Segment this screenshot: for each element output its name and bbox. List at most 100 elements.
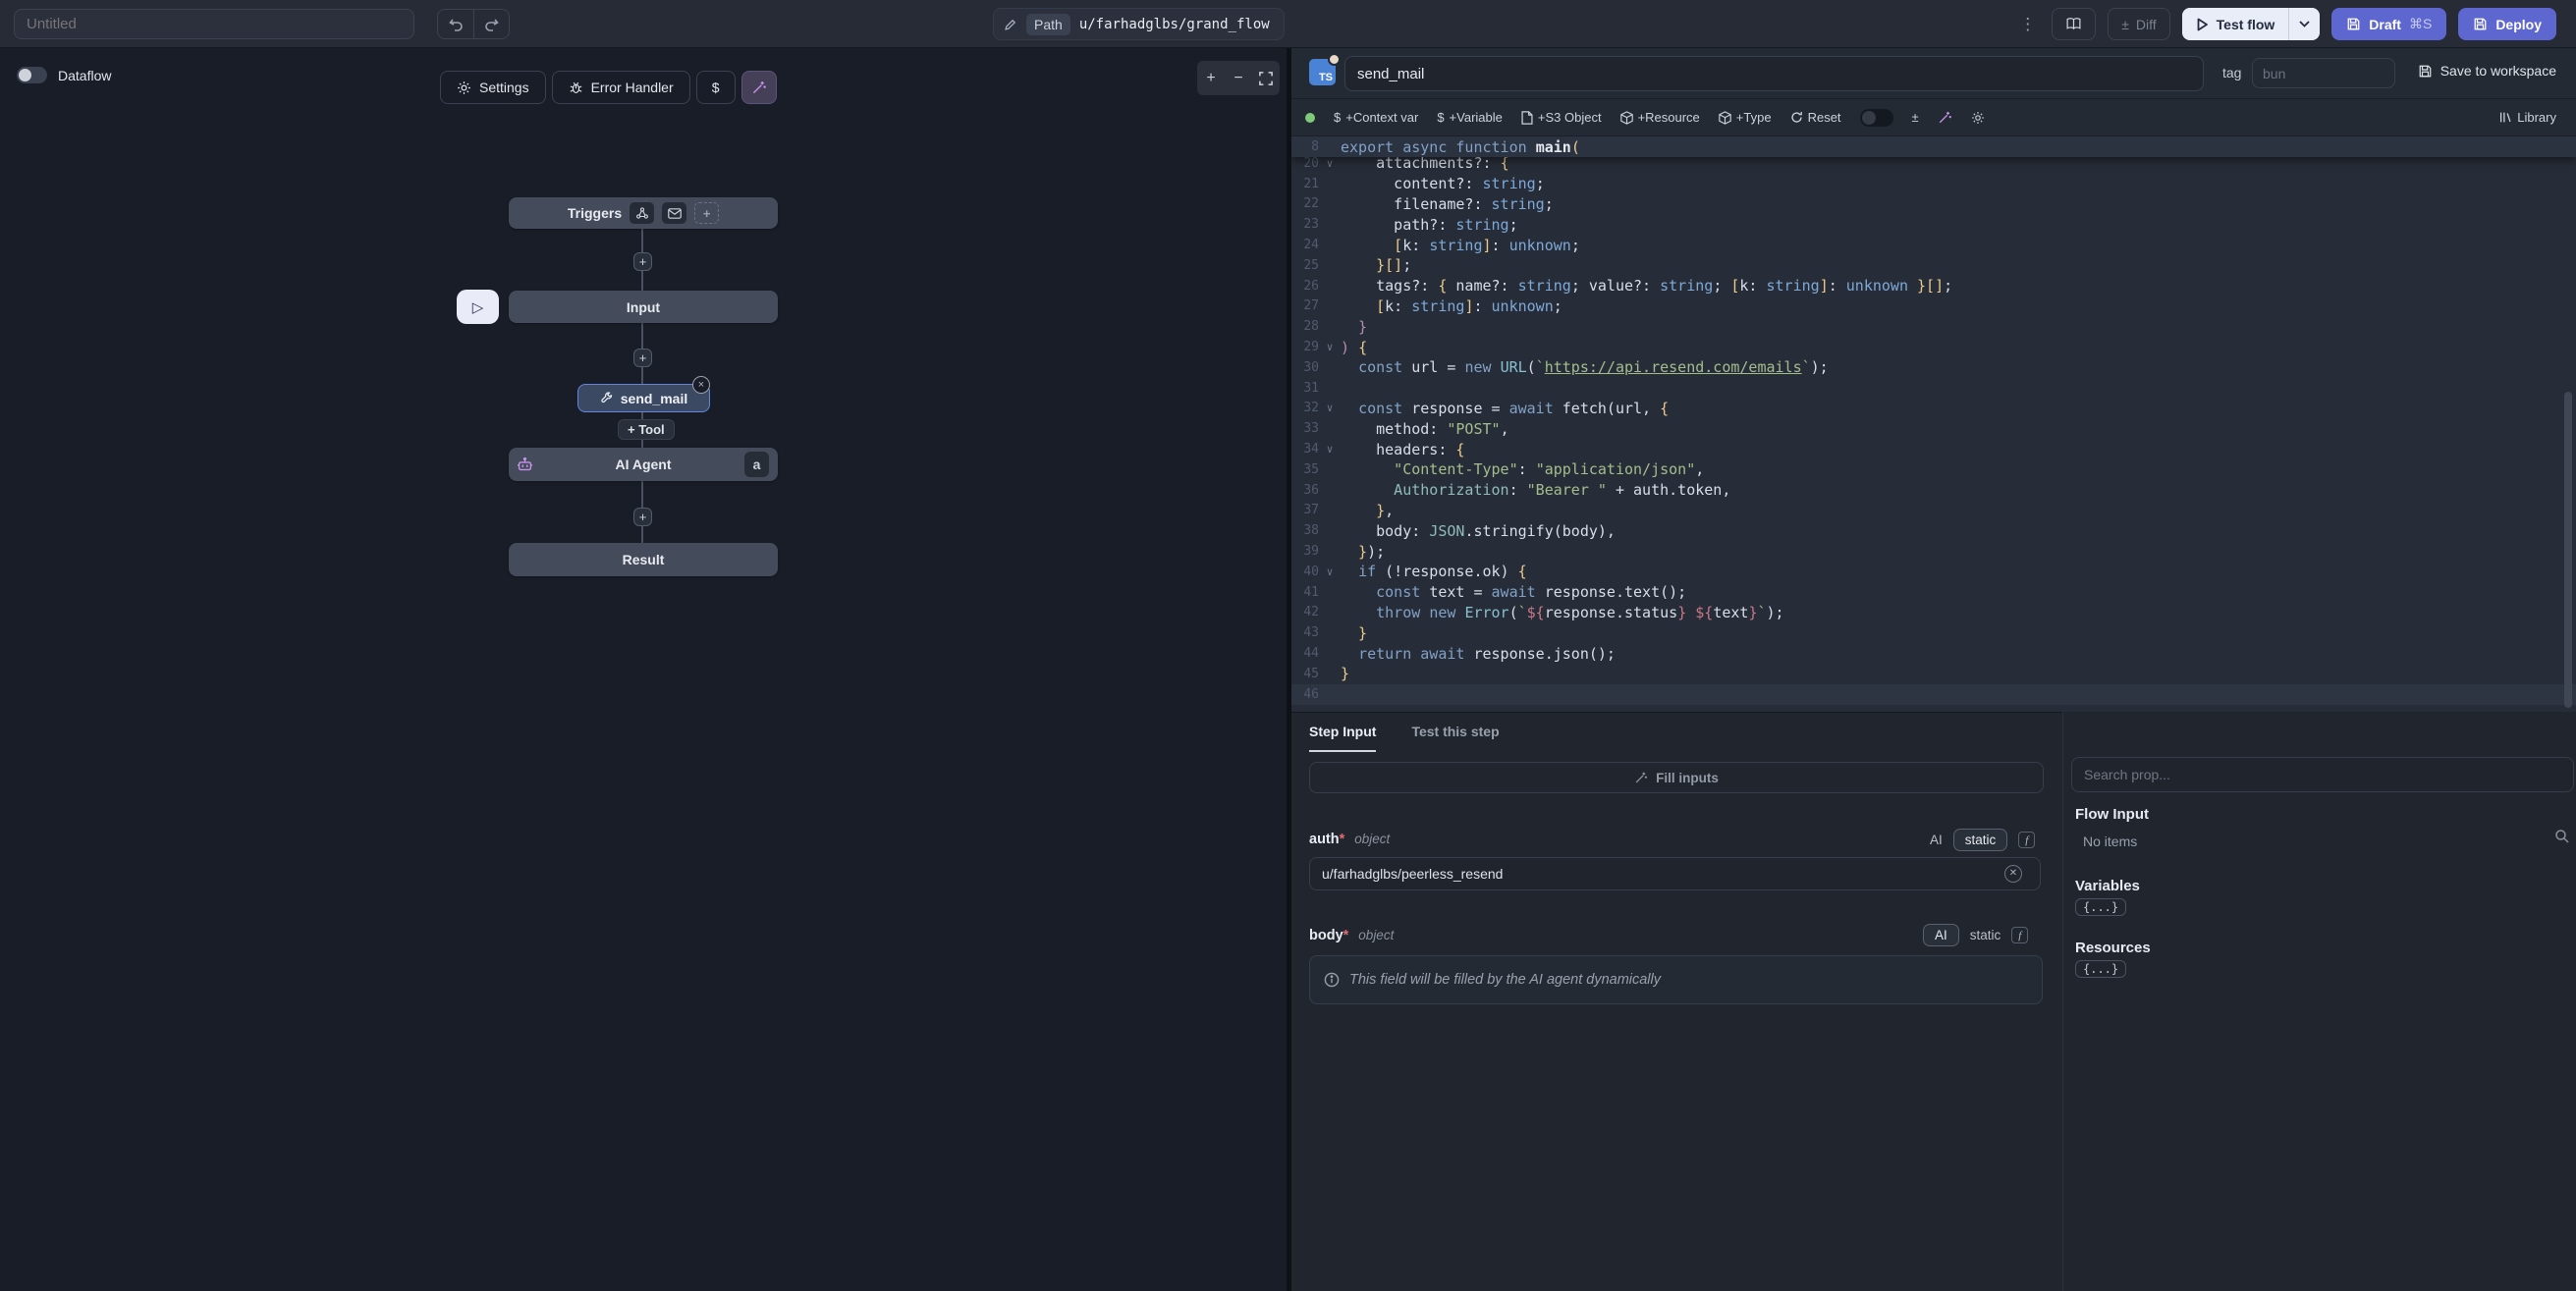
- body-ai-mode-button[interactable]: AI: [1923, 924, 1959, 946]
- expression-toggle-icon[interactable]: f: [2018, 832, 2035, 848]
- editor-scrollbar[interactable]: [2564, 392, 2572, 708]
- code-line-37[interactable]: 37 },: [1291, 501, 2576, 521]
- code-line-36[interactable]: 36 Authorization: "Bearer " + auth.token…: [1291, 480, 2576, 501]
- code-line-46[interactable]: 46: [1291, 684, 2576, 705]
- run-from-input-button[interactable]: ▷: [457, 290, 499, 324]
- add-trigger-button[interactable]: +: [694, 202, 719, 224]
- webhook-icon[interactable]: [630, 202, 654, 224]
- ai-wand-button[interactable]: [1938, 110, 1952, 125]
- search-prop-input[interactable]: [2071, 757, 2574, 792]
- editor-settings-button[interactable]: [1971, 111, 1985, 125]
- draft-button[interactable]: Draft⌘S: [2331, 8, 2446, 40]
- zoom-out-button[interactable]: −: [1225, 61, 1252, 95]
- code-line-26[interactable]: 26 tags?: { name?: string; value?: strin…: [1291, 276, 2576, 296]
- code-line-45[interactable]: 45}: [1291, 664, 2576, 684]
- tab-step-input[interactable]: Step Input: [1309, 713, 1376, 752]
- mail-trigger-icon[interactable]: [662, 202, 686, 224]
- fill-inputs-button[interactable]: Fill inputs: [1309, 762, 2044, 793]
- auth-value-input[interactable]: [1309, 857, 2041, 890]
- flow-name-input[interactable]: [14, 9, 414, 39]
- code-line-30[interactable]: 30 const url = new URL(`https://api.rese…: [1291, 357, 2576, 378]
- insert-step-button[interactable]: +: [633, 508, 652, 526]
- fold-icon[interactable]: ∨: [1319, 341, 1341, 353]
- undo-button[interactable]: [438, 10, 473, 38]
- reset-button[interactable]: Reset: [1790, 110, 1841, 125]
- add-resource-button[interactable]: +Resource: [1620, 110, 1700, 125]
- path-chip[interactable]: Path u/farhadglbs/grand_flow: [993, 8, 1285, 40]
- editor-toggle[interactable]: [1860, 109, 1893, 127]
- ai-agent-node[interactable]: AI Agent a: [509, 448, 778, 481]
- code-line-38[interactable]: 38 body: JSON.stringify(body),: [1291, 520, 2576, 541]
- code-line-34[interactable]: 34∨ headers: {: [1291, 439, 2576, 459]
- save-to-workspace-button[interactable]: Save to workspace: [2418, 63, 2556, 79]
- resources-object-badge[interactable]: {...}: [2075, 960, 2126, 978]
- zoom-in-button[interactable]: +: [1197, 61, 1225, 95]
- close-icon[interactable]: ×: [692, 376, 710, 394]
- add-variable-button[interactable]: $+Variable: [1437, 110, 1503, 125]
- flow-canvas[interactable]: Dataflow Settings Error Handler $ + − Tr…: [0, 48, 1287, 1291]
- sticky-code-line[interactable]: 8export async function main(: [1291, 136, 2576, 157]
- code-line-27[interactable]: 27 [k: string]: unknown;: [1291, 296, 2576, 317]
- code-line-39[interactable]: 39 });: [1291, 541, 2576, 562]
- docs-button[interactable]: [2052, 8, 2096, 40]
- redo-button[interactable]: [473, 10, 509, 38]
- code-line-28[interactable]: 28 }: [1291, 316, 2576, 337]
- code-line-21[interactable]: 21 content?: string;: [1291, 174, 2576, 194]
- fold-icon[interactable]: ∨: [1319, 443, 1341, 456]
- code-line-29[interactable]: 29∨) {: [1291, 337, 2576, 357]
- code-line-44[interactable]: 44 return await response.json();: [1291, 643, 2576, 664]
- ai-wand-button[interactable]: [741, 71, 777, 104]
- auth-static-mode-button[interactable]: static: [1953, 829, 2008, 851]
- diff-button[interactable]: ±Diff: [2108, 8, 2169, 40]
- auth-ai-mode-button[interactable]: AI: [1930, 833, 1943, 847]
- step-name-input[interactable]: [1344, 56, 2204, 91]
- code-text: const response = await fetch(url, {: [1341, 400, 1669, 417]
- code-token: ,: [1385, 502, 1394, 519]
- code-line-24[interactable]: 24 [k: string]: unknown;: [1291, 235, 2576, 255]
- library-button[interactable]: Library: [2499, 110, 2556, 125]
- input-node[interactable]: Input: [509, 291, 778, 323]
- more-menu-icon[interactable]: ⋮: [2015, 15, 2040, 34]
- variables-object-badge[interactable]: {...}: [2075, 898, 2126, 916]
- diff-mode-button[interactable]: ±: [1912, 110, 1919, 125]
- send-mail-node[interactable]: send_mail: [577, 384, 710, 412]
- add-s3-object-button[interactable]: +S3 Object: [1521, 110, 1602, 125]
- code-line-32[interactable]: 32∨ const response = await fetch(url, {: [1291, 399, 2576, 419]
- code-line-40[interactable]: 40∨ if (!response.ok) {: [1291, 562, 2576, 582]
- add-context-var-button[interactable]: $+Context var: [1334, 110, 1418, 125]
- triggers-node[interactable]: Triggers +: [509, 197, 778, 229]
- error-handler-button[interactable]: Error Handler: [552, 71, 690, 104]
- insert-step-button[interactable]: +: [633, 349, 652, 367]
- code-line-33[interactable]: 33 method: "POST",: [1291, 418, 2576, 439]
- code-line-22[interactable]: 22 filename?: string;: [1291, 194, 2576, 215]
- dollar-button[interactable]: $: [696, 71, 736, 104]
- dataflow-toggle[interactable]: [17, 67, 47, 83]
- result-node[interactable]: Result: [509, 543, 778, 576]
- insert-step-button[interactable]: +: [633, 252, 652, 271]
- code-line-31[interactable]: 31: [1291, 378, 2576, 399]
- code-line-25[interactable]: 25 }[];: [1291, 255, 2576, 276]
- code-line-41[interactable]: 41 const text = await response.text();: [1291, 582, 2576, 603]
- test-flow-button[interactable]: Test flow: [2182, 8, 2289, 40]
- code-editor[interactable]: 20∨ attachments?: {21 content?: string;2…: [1291, 136, 2576, 712]
- add-tool-button[interactable]: + Tool: [618, 419, 675, 440]
- code-line-42[interactable]: 42 throw new Error(`${response.status} $…: [1291, 603, 2576, 623]
- fit-view-button[interactable]: [1252, 61, 1280, 95]
- fold-icon[interactable]: ∨: [1319, 402, 1341, 414]
- add-type-button[interactable]: +Type: [1719, 110, 1772, 125]
- code-line-23[interactable]: 23 path?: string;: [1291, 214, 2576, 235]
- fold-icon[interactable]: ∨: [1319, 565, 1341, 578]
- expression-toggle-icon[interactable]: f: [2011, 927, 2028, 943]
- clear-auth-icon[interactable]: ✕: [2004, 865, 2022, 883]
- test-flow-dropdown[interactable]: [2288, 8, 2320, 40]
- tag-input[interactable]: [2252, 58, 2395, 88]
- tab-test-this-step[interactable]: Test this step: [1411, 713, 1499, 752]
- body-static-mode-button[interactable]: static: [1970, 928, 2001, 942]
- agent-badge[interactable]: a: [744, 452, 769, 477]
- deploy-button[interactable]: Deploy: [2458, 8, 2556, 40]
- search-icon[interactable]: [2554, 829, 2570, 844]
- code-line-43[interactable]: 43 }: [1291, 622, 2576, 643]
- fold-icon[interactable]: ∨: [1319, 157, 1341, 170]
- code-line-35[interactable]: 35 "Content-Type": "application/json",: [1291, 459, 2576, 480]
- settings-button[interactable]: Settings: [440, 71, 546, 104]
